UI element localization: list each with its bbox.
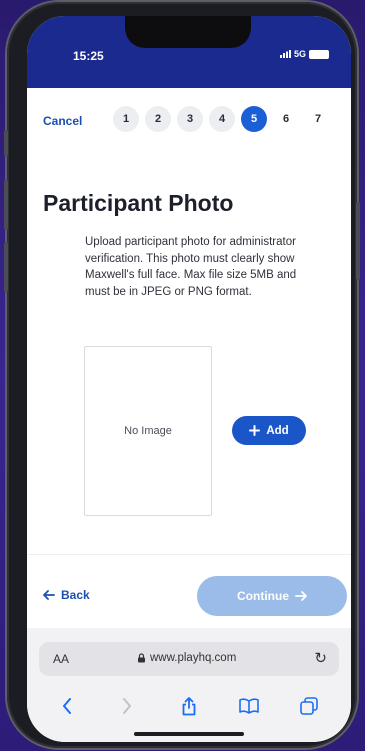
status-time: 15:25 bbox=[73, 49, 104, 63]
step-list: 1 2 3 4 5 6 7 bbox=[113, 106, 331, 132]
step-5-current: 5 bbox=[241, 106, 267, 132]
share-icon[interactable] bbox=[177, 694, 201, 718]
step-4[interactable]: 4 bbox=[209, 106, 235, 132]
add-label: Add bbox=[266, 424, 289, 437]
lock-icon bbox=[138, 653, 145, 663]
url-display[interactable]: www.playhq.com bbox=[137, 652, 236, 664]
forward-nav-icon[interactable] bbox=[115, 694, 139, 718]
url-text: www.playhq.com bbox=[150, 652, 237, 664]
status-bar: 15:25 5G bbox=[27, 16, 351, 88]
arrow-left-icon bbox=[43, 590, 55, 600]
phone-frame: 15:25 5G Cancel 1 2 3 4 5 6 7 Participan… bbox=[4, 2, 360, 748]
home-indicator bbox=[134, 732, 244, 736]
volume-up-button bbox=[4, 180, 8, 230]
continue-label: Continue bbox=[237, 589, 289, 603]
bookmarks-icon[interactable] bbox=[237, 694, 261, 718]
camera-notch bbox=[125, 16, 251, 48]
screen: 15:25 5G Cancel 1 2 3 4 5 6 7 Participan… bbox=[27, 16, 351, 742]
address-bar[interactable]: AA www.playhq.com ↻ bbox=[39, 642, 339, 676]
status-indicators: 5G bbox=[279, 49, 329, 59]
step-progress: Cancel 1 2 3 4 5 6 7 bbox=[27, 106, 351, 136]
step-2[interactable]: 2 bbox=[145, 106, 171, 132]
back-button[interactable]: Back bbox=[43, 588, 90, 602]
step-1[interactable]: 1 bbox=[113, 106, 139, 132]
continue-button[interactable]: Continue bbox=[197, 576, 347, 616]
step-3[interactable]: 3 bbox=[177, 106, 203, 132]
reload-icon[interactable]: ↻ bbox=[314, 649, 327, 667]
step-7: 7 bbox=[314, 113, 322, 125]
signal-icon bbox=[279, 50, 291, 58]
no-image-label: No Image bbox=[124, 425, 172, 437]
photo-preview: No Image bbox=[84, 346, 212, 516]
arrow-right-icon bbox=[295, 591, 307, 601]
back-nav-icon[interactable] bbox=[55, 694, 79, 718]
plus-icon bbox=[249, 425, 261, 436]
footer-divider bbox=[27, 554, 351, 555]
tabs-icon[interactable] bbox=[297, 694, 321, 718]
network-label: 5G bbox=[293, 49, 306, 59]
back-label: Back bbox=[61, 588, 90, 602]
page-description: Upload participant photo for administrat… bbox=[85, 236, 297, 298]
battery-icon bbox=[309, 49, 329, 59]
power-button bbox=[356, 202, 360, 280]
text-size-button[interactable]: AA bbox=[53, 652, 69, 666]
page-title: Participant Photo bbox=[43, 190, 234, 216]
browser-toolbar: AA www.playhq.com ↻ bbox=[27, 628, 351, 742]
mute-switch bbox=[4, 130, 8, 156]
add-photo-button[interactable]: Add bbox=[232, 416, 306, 445]
browser-nav-bar bbox=[27, 694, 351, 718]
step-6: 6 bbox=[282, 113, 290, 125]
cancel-button[interactable]: Cancel bbox=[43, 114, 82, 128]
volume-down-button bbox=[4, 242, 8, 292]
